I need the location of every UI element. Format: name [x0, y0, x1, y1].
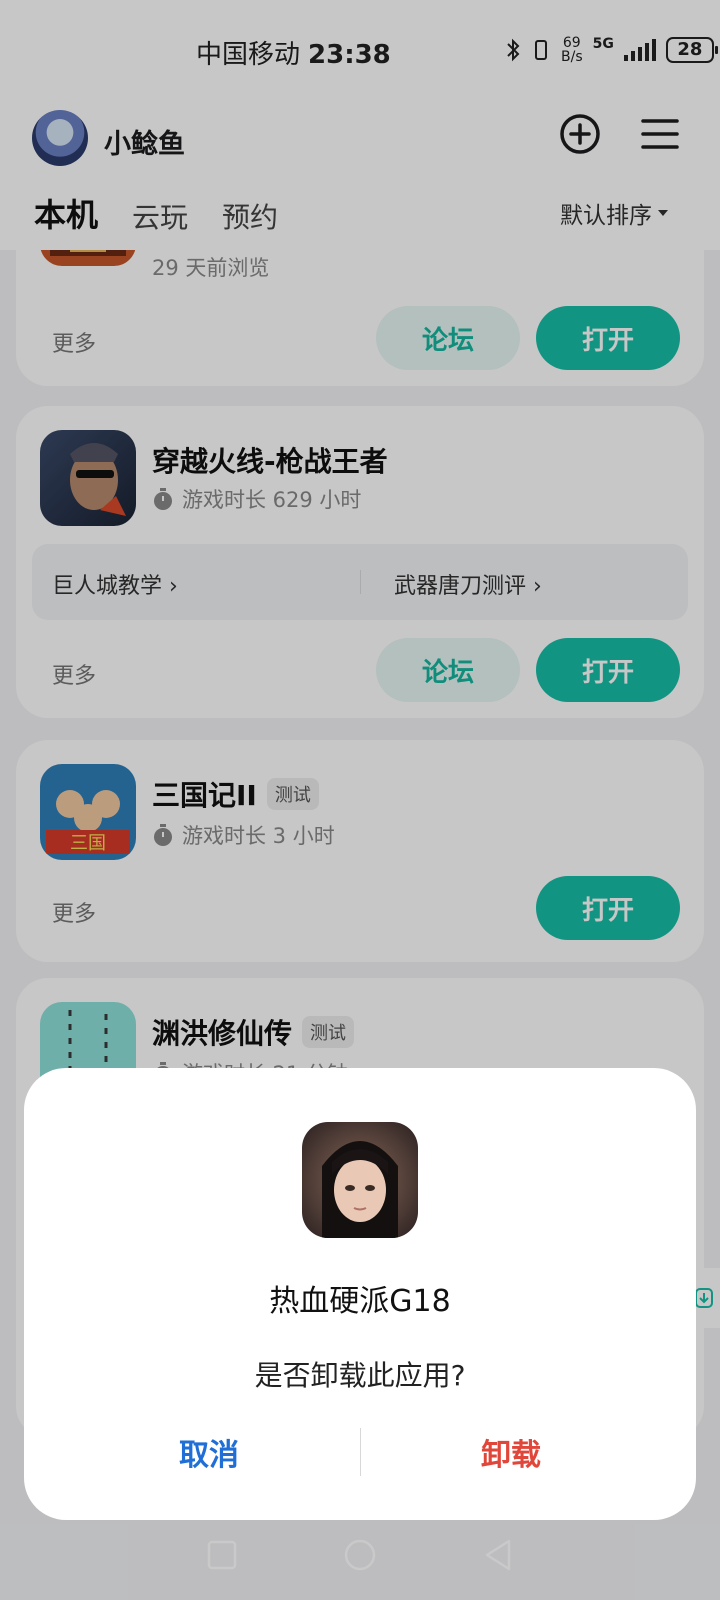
dialog-message: 是否卸载此应用? — [254, 1359, 466, 1392]
back-icon[interactable] — [483, 1538, 513, 1572]
cancel-button[interactable]: 取消 — [84, 1430, 334, 1474]
uninstall-dialog: 热血硬派G18 是否卸载此应用? 取消 卸载 — [24, 1068, 696, 1520]
dialog-app-name: 热血硬派G18 — [269, 1284, 451, 1319]
dialog-divider — [360, 1428, 361, 1476]
system-nav-bar — [0, 1510, 720, 1600]
recents-icon[interactable] — [207, 1540, 237, 1570]
uninstall-button[interactable]: 卸载 — [386, 1430, 636, 1474]
app-icon — [302, 1122, 418, 1238]
home-icon[interactable] — [343, 1538, 377, 1572]
